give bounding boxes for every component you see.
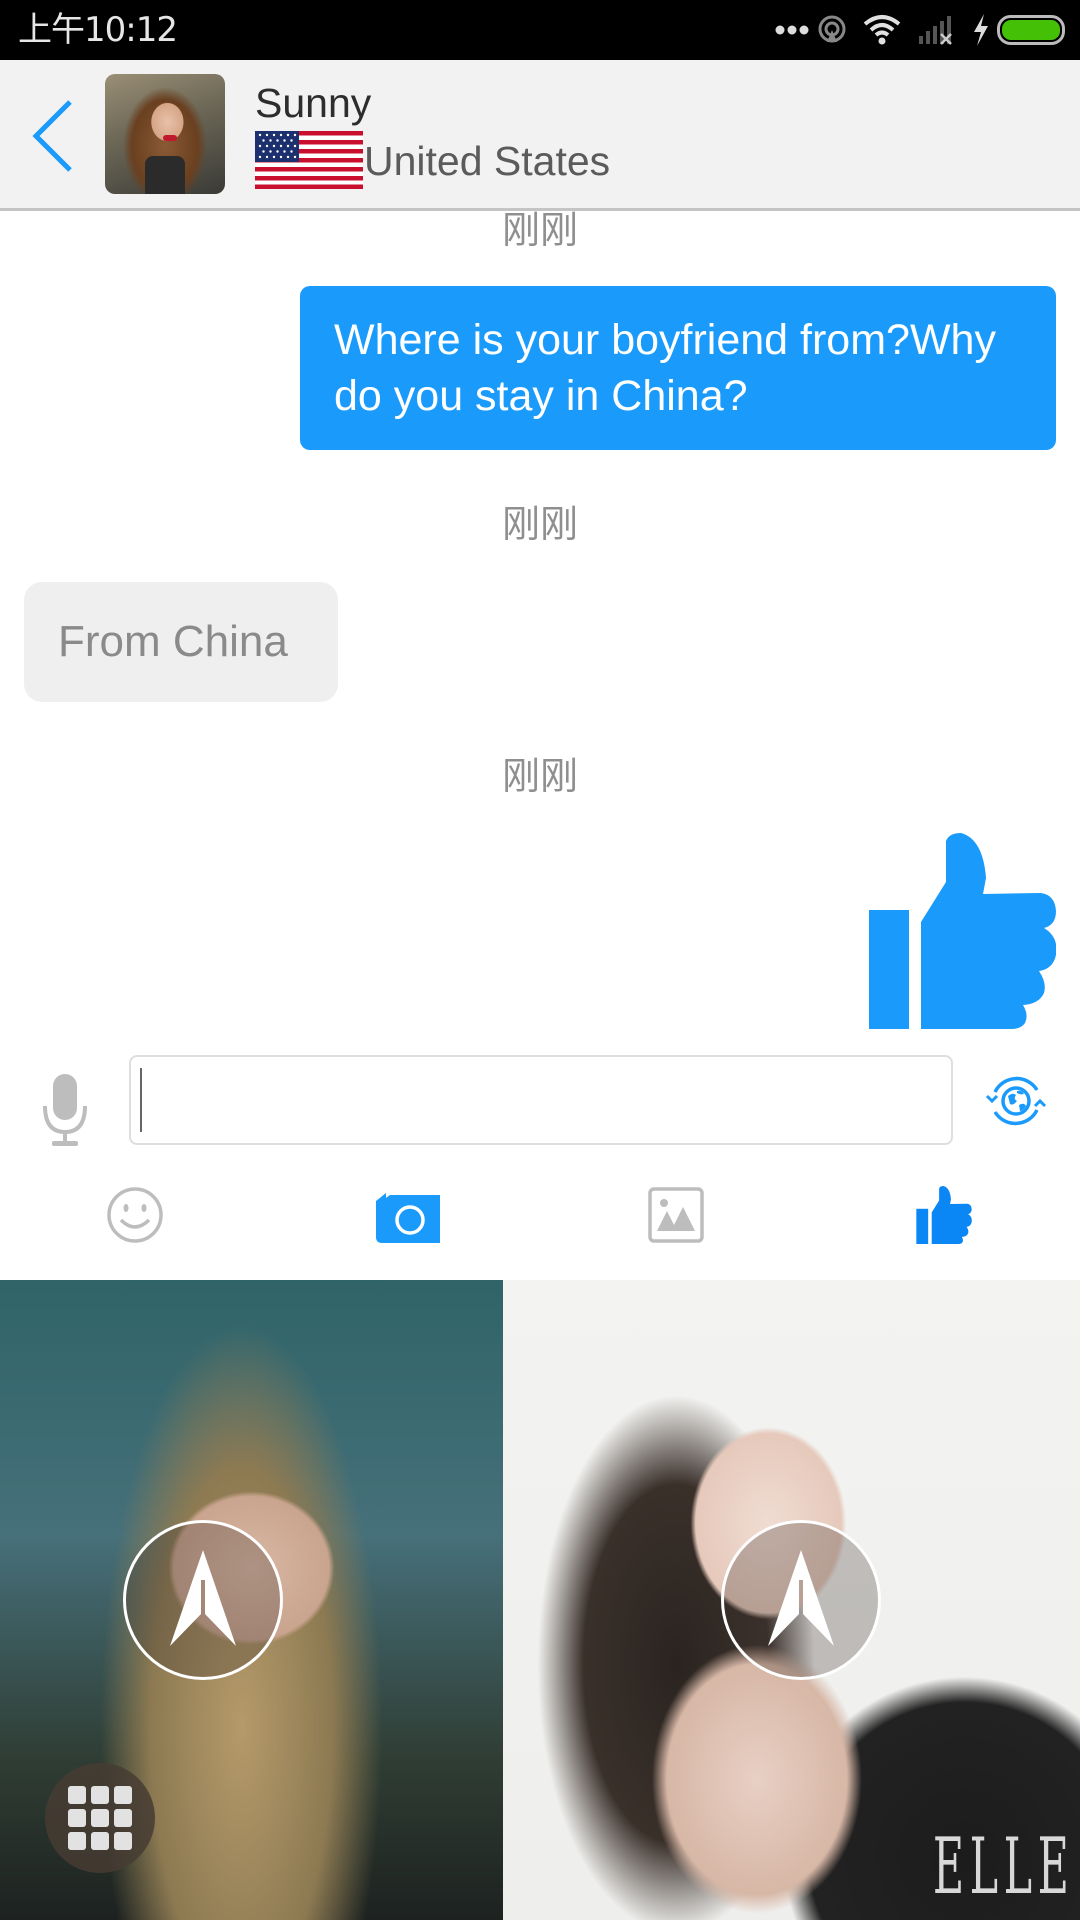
- image-gallery-icon: [648, 1187, 704, 1243]
- message-timestamp: 刚刚: [501, 502, 578, 546]
- wifi-icon: [862, 0, 902, 60]
- gallery-photo[interactable]: ELLE: [503, 1280, 1080, 1920]
- chevron-left-icon: [32, 100, 72, 172]
- message-text: From China: [58, 617, 288, 666]
- gallery-button[interactable]: [640, 1180, 712, 1250]
- contact-avatar[interactable]: [105, 74, 225, 194]
- photo-watermark: ELLE: [932, 1822, 1074, 1912]
- thumbs-up-icon: [916, 1186, 972, 1244]
- charging-bolt-icon: [970, 0, 992, 60]
- more-dots-icon: [772, 0, 812, 60]
- back-button[interactable]: [20, 90, 90, 180]
- us-flag-icon: [255, 131, 363, 189]
- camera-button[interactable]: [372, 1180, 444, 1250]
- signal-no-service-icon: [916, 0, 956, 60]
- send-photo-button[interactable]: [721, 1520, 881, 1680]
- message-timestamp: 刚刚: [501, 208, 578, 252]
- emoji-button[interactable]: [100, 1180, 170, 1250]
- text-caret: [140, 1068, 142, 1132]
- incoming-message-bubble[interactable]: From China: [24, 582, 338, 702]
- message-timestamp: 刚刚: [501, 754, 578, 798]
- thumbs-up-icon: [869, 833, 1057, 1029]
- translate-button[interactable]: [983, 1068, 1049, 1134]
- status-bar: 上午10:12: [0, 0, 1080, 60]
- globe-translate-icon: [985, 1076, 1047, 1126]
- status-time: 上午10:12: [18, 10, 178, 50]
- grid-menu-button[interactable]: [45, 1763, 155, 1873]
- hotspot-icon: [814, 0, 850, 60]
- microphone-icon: [43, 1074, 87, 1146]
- message-input[interactable]: [129, 1055, 953, 1145]
- thumbs-up-sticker-message[interactable]: [869, 833, 1057, 1029]
- send-photo-button[interactable]: [123, 1520, 283, 1680]
- chat-header: Sunny United States: [0, 60, 1080, 211]
- contact-country: United States: [364, 138, 611, 184]
- voice-input-button[interactable]: [40, 1070, 90, 1150]
- outgoing-message-bubble[interactable]: Where is your boyfriend from?Why do you …: [300, 286, 1056, 450]
- contact-name: Sunny: [255, 80, 372, 126]
- send-arrow-icon: [768, 1550, 834, 1646]
- camera-icon: [376, 1193, 440, 1243]
- message-text: Where is your boyfriend from?Why do you …: [334, 316, 996, 420]
- battery-icon: [996, 0, 1066, 60]
- emoji-icon: [107, 1187, 163, 1243]
- send-arrow-icon: [170, 1550, 236, 1646]
- send-like-button[interactable]: [908, 1180, 980, 1250]
- grid-menu-icon-cell: [68, 1786, 86, 1804]
